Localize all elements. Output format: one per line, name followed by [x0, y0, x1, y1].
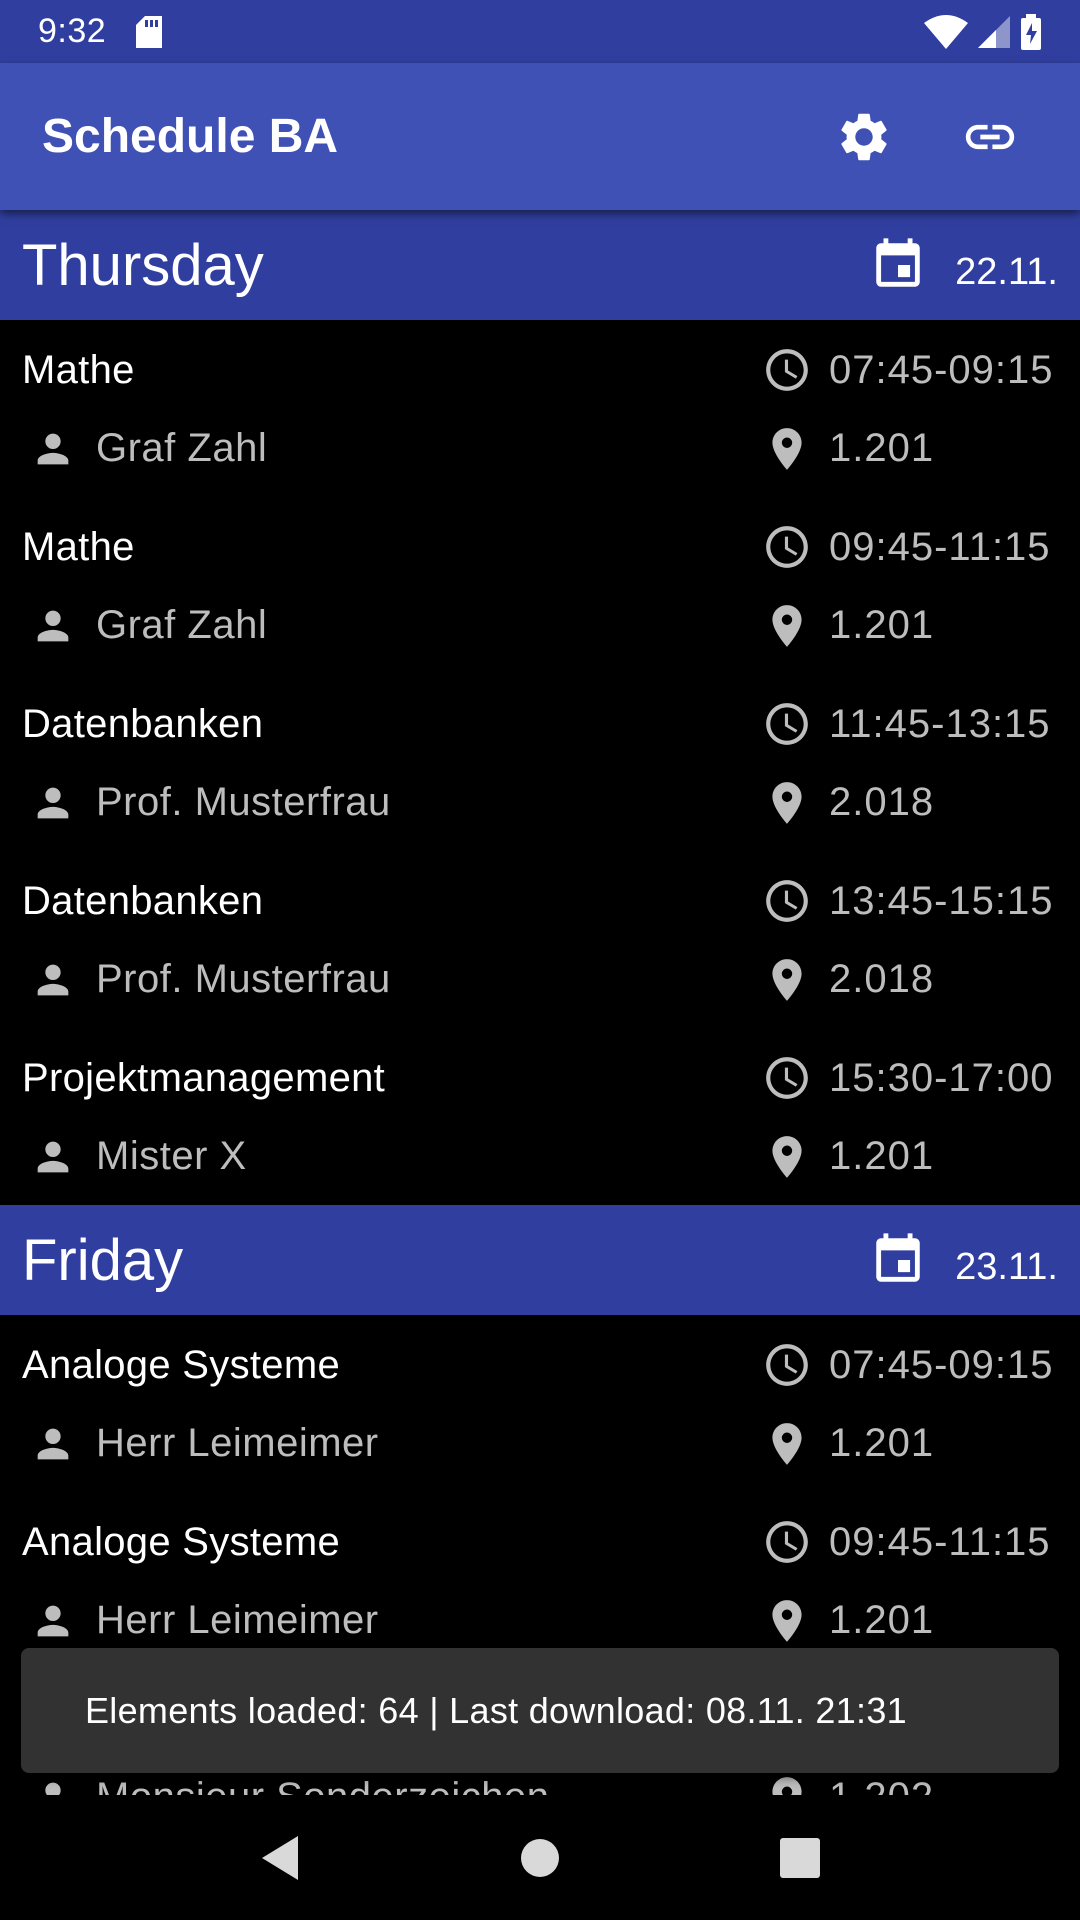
snackbar-text: Elements loaded: 64 | Last download: 08.…: [85, 1689, 907, 1731]
schedule-list[interactable]: Thursday 22.11. Mathe 07:45-09:15 Graf Z…: [0, 210, 1080, 1795]
day-date-group: 23.11.: [869, 1231, 1058, 1289]
lecture-time: 07:45-09:15: [829, 348, 1054, 392]
lecture-room: 1.201: [829, 1598, 935, 1642]
wifi-icon: [924, 14, 968, 49]
lecture-title: Projektmanagement: [22, 1056, 386, 1100]
calendar-icon: [869, 236, 927, 294]
recents-button[interactable]: [750, 1808, 850, 1908]
clock-icon: [762, 1340, 812, 1390]
day-header: Friday 23.11.: [0, 1205, 1080, 1315]
lecture-room: 1.201: [829, 1134, 935, 1178]
signal-icon: [978, 15, 1010, 48]
settings-icon: [835, 108, 893, 166]
clock-icon: [762, 699, 812, 749]
clock-icon: [762, 522, 812, 572]
back-icon: [258, 1834, 302, 1882]
settings-button[interactable]: [816, 89, 912, 185]
clock-icon: [762, 345, 812, 395]
home-button[interactable]: [490, 1808, 590, 1908]
lecture-professor: Prof. Musterfrau: [96, 957, 391, 1001]
day-date: 22.11.: [955, 250, 1058, 293]
lecture-professor: Graf Zahl: [96, 426, 268, 470]
day-name: Friday: [22, 1227, 184, 1293]
person-icon: [30, 603, 76, 649]
day-name: Thursday: [22, 232, 264, 298]
lecture-time: 09:45-11:15: [829, 525, 1051, 569]
location-pin-icon: [762, 1132, 812, 1182]
lecture-item[interactable]: Datenbanken 11:45-13:15 Prof. Musterfrau…: [0, 674, 1080, 851]
lecture-professor: Mister X: [96, 1134, 247, 1178]
recents-icon: [779, 1837, 821, 1879]
lecture-room: 1.201: [829, 603, 935, 647]
lecture-professor: Prof. Musterfrau: [96, 780, 391, 824]
navigation-bar: [0, 1795, 1080, 1920]
lecture-item[interactable]: Analoge Systeme 09:45-11:15 Herr Leimeim…: [0, 1492, 1080, 1669]
lecture-time: 09:45-11:15: [829, 1520, 1051, 1564]
lecture-item[interactable]: Mathe 07:45-09:15 Graf Zahl 1.201: [0, 320, 1080, 497]
lecture-title: Analoge Systeme: [22, 1520, 341, 1564]
day-header: Thursday 22.11.: [0, 210, 1080, 320]
app-bar: Schedule BA: [0, 63, 1080, 210]
location-pin-icon: [762, 1773, 812, 1795]
lecture-title: Datenbanken: [22, 702, 264, 746]
person-icon: [30, 957, 76, 1003]
app-actions: [816, 89, 1038, 185]
person-icon: [30, 1775, 76, 1795]
lecture-title: Mathe: [22, 348, 135, 392]
day-date-group: 22.11.: [869, 236, 1058, 294]
back-button[interactable]: [230, 1808, 330, 1908]
lecture-professor: Monsieur Sonderzeichen: [96, 1775, 549, 1795]
location-pin-icon: [762, 1419, 812, 1469]
snackbar: Elements loaded: 64 | Last download: 08.…: [21, 1648, 1059, 1773]
lecture-time: 15:30-17:00: [829, 1056, 1054, 1100]
clock-icon: [762, 1517, 812, 1567]
status-bar: 9:32: [0, 0, 1080, 63]
link-icon: [961, 108, 1019, 166]
location-pin-icon: [762, 955, 812, 1005]
calendar-icon: [869, 1231, 927, 1289]
day-date: 23.11.: [955, 1245, 1058, 1288]
lecture-time: 11:45-13:15: [829, 702, 1051, 746]
lecture-room: 1.201: [829, 426, 935, 470]
lecture-title: Analoge Systeme: [22, 1343, 341, 1387]
lecture-room: 2.018: [829, 957, 935, 1001]
person-icon: [30, 780, 76, 826]
link-button[interactable]: [942, 89, 1038, 185]
lecture-title: Datenbanken: [22, 879, 264, 923]
location-pin-icon: [762, 424, 812, 474]
battery-charging-icon: [1020, 13, 1042, 50]
lecture-item[interactable]: Projektmanagement 15:30-17:00 Mister X 1…: [0, 1028, 1080, 1205]
lecture-professor: Graf Zahl: [96, 603, 268, 647]
person-icon: [30, 426, 76, 472]
person-icon: [30, 1134, 76, 1180]
lecture-item[interactable]: Datenbanken 13:45-15:15 Prof. Musterfrau…: [0, 851, 1080, 1028]
lecture-room: 1.201: [829, 1421, 935, 1465]
lecture-professor: Herr Leimeimer: [96, 1421, 379, 1465]
lecture-room: 1.202: [829, 1775, 934, 1795]
person-icon: [30, 1598, 76, 1644]
lecture-title: Mathe: [22, 525, 135, 569]
home-icon: [520, 1838, 560, 1878]
lecture-item[interactable]: Mathe 09:45-11:15 Graf Zahl 1.201: [0, 497, 1080, 674]
status-time: 9:32: [38, 12, 107, 50]
clock-icon: [762, 1053, 812, 1103]
person-icon: [30, 1421, 76, 1467]
lecture-item[interactable]: Analoge Systeme 07:45-09:15 Herr Leimeim…: [0, 1315, 1080, 1492]
lecture-time: 13:45-15:15: [829, 879, 1054, 923]
lecture-time: 07:45-09:15: [829, 1343, 1054, 1387]
clock-icon: [762, 876, 812, 926]
sd-card-icon: [136, 15, 163, 48]
location-pin-icon: [762, 601, 812, 651]
location-pin-icon: [762, 1596, 812, 1646]
lecture-professor: Herr Leimeimer: [96, 1598, 379, 1642]
lecture-room: 2.018: [829, 780, 935, 824]
app-title: Schedule BA: [42, 110, 339, 163]
status-icons: [924, 13, 1042, 50]
location-pin-icon: [762, 778, 812, 828]
